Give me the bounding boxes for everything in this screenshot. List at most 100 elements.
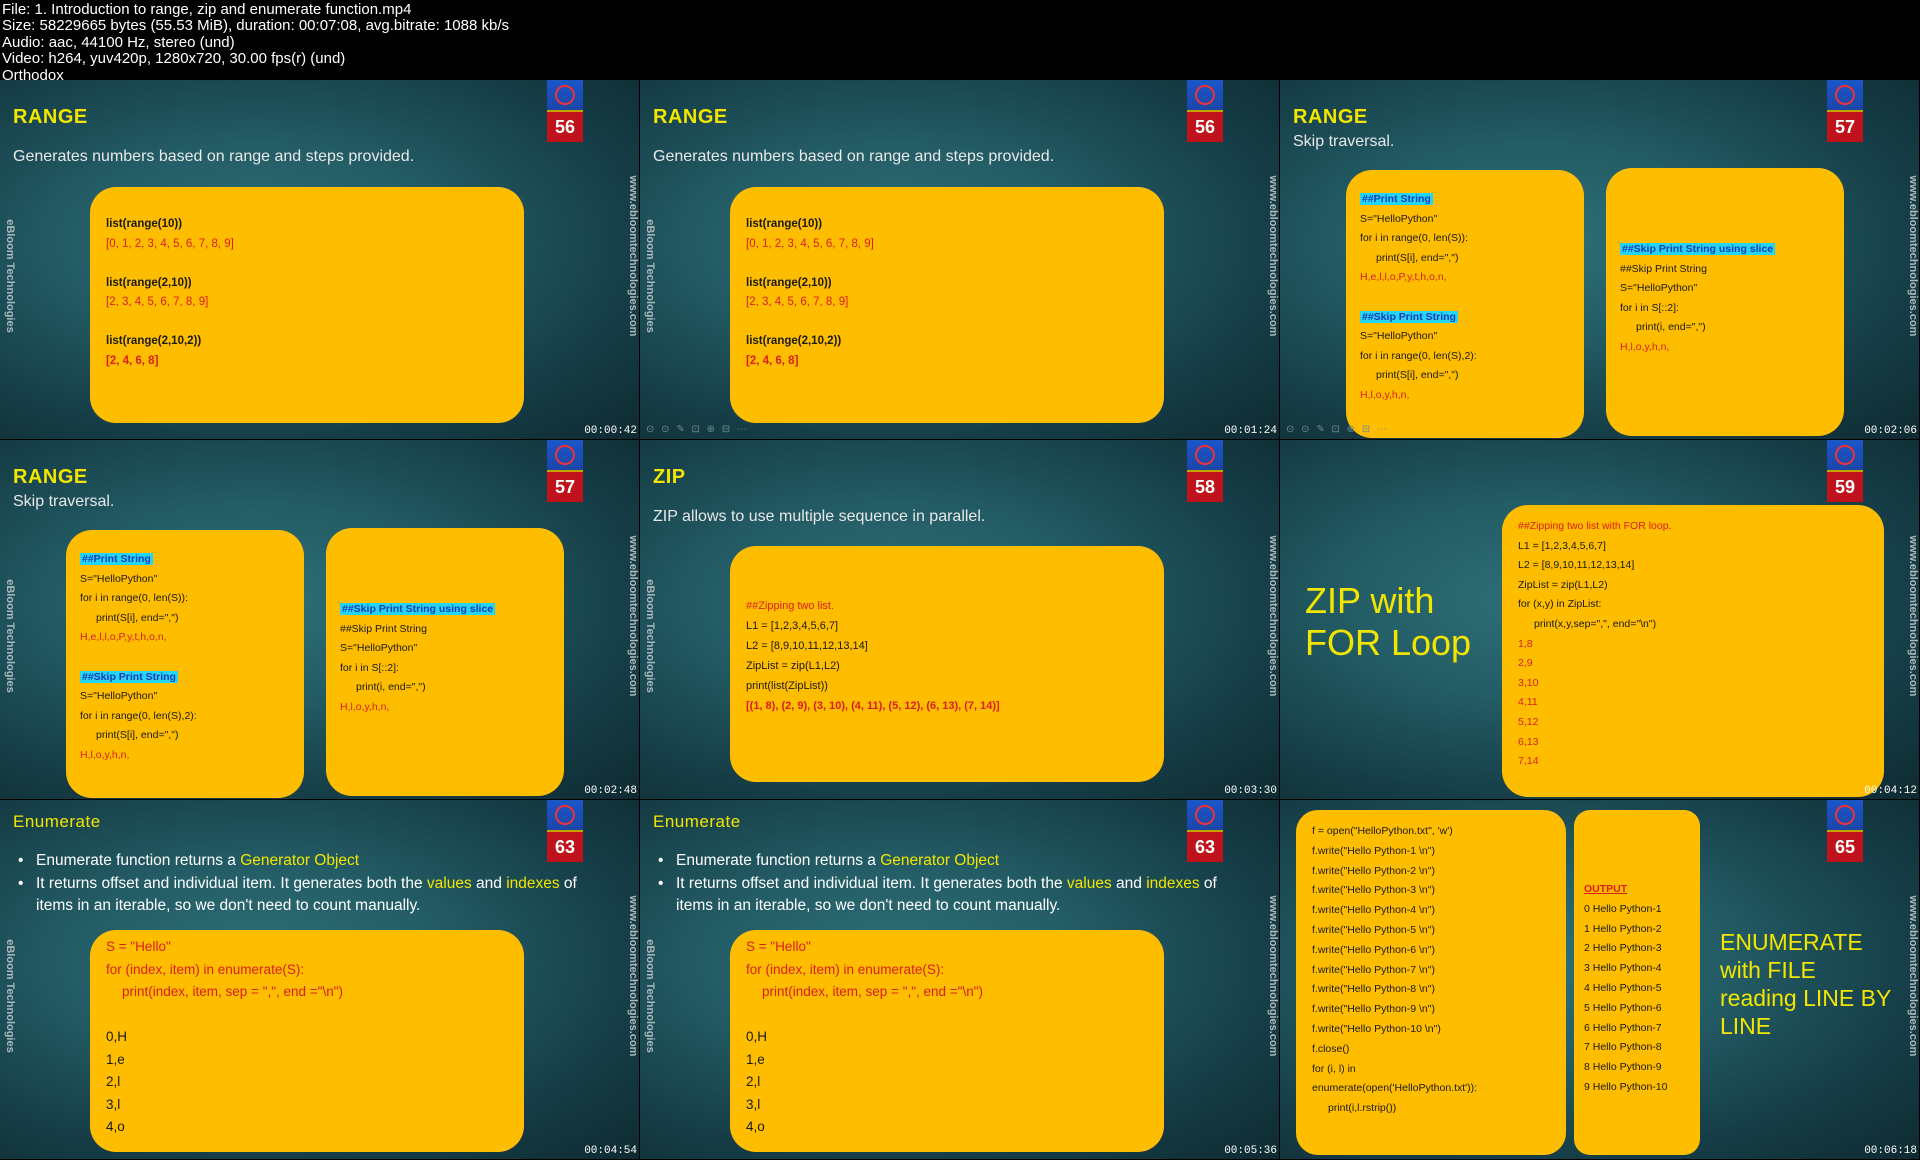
slide-number: 56	[1187, 112, 1223, 142]
code-line: print(S[i], end=",")	[96, 729, 179, 742]
code-output: 3,10	[1518, 676, 1539, 689]
code-line: print(x,y,sep=",", end="\n")	[1534, 617, 1657, 630]
code-line: f.write("Hello Python-3 \n")	[1312, 884, 1435, 897]
code-box-left: ##Print String S="HelloPython" for i in …	[1346, 170, 1584, 438]
code-line: L2 = [8,9,10,11,12,13,14]	[746, 640, 868, 652]
emblem-icon	[1195, 805, 1215, 825]
slide-subtitle: Generates numbers based on range and ste…	[653, 148, 1055, 165]
emblem-icon	[555, 85, 575, 105]
timestamp: 00:06:18	[1864, 1145, 1917, 1157]
output-box: OUTPUT 0 Hello Python-1 1 Hello Python-2…	[1574, 810, 1700, 1155]
thumbnail-5[interactable]: ZIP 58 ZIP allows to use multiple sequen…	[640, 440, 1279, 799]
thumbnail-4[interactable]: RANGE 57 Skip traversal. eBloom Technolo…	[0, 440, 639, 799]
bullet-item: It returns offset and individual item. I…	[14, 873, 614, 918]
code-line: enumerate(open('HelloPython.txt')):	[1312, 1082, 1478, 1095]
slide-subtitle: Generates numbers based on range and ste…	[13, 148, 415, 165]
code-line: for i in S[::2]:	[340, 661, 399, 674]
code-line: S="HelloPython"	[340, 642, 418, 655]
slide-logo: 58	[1187, 440, 1223, 502]
code-line: S = "Hello"	[106, 939, 171, 954]
code-line: f.write("Hello Python-10 \n")	[1312, 1022, 1441, 1035]
code-comment: ##Skip Print String	[1360, 310, 1458, 323]
code-line: print(i, end=",")	[1636, 321, 1706, 334]
code-line: for i in S[::2]:	[1620, 301, 1679, 314]
code-line: print(i, end=",")	[356, 681, 426, 694]
code-box: f = open("HelloPython.txt", 'w') f.write…	[1296, 810, 1566, 1155]
code-line: print(S[i], end=",")	[96, 611, 179, 624]
code-box: S = "Hello" for (index, item) in enumera…	[730, 930, 1164, 1152]
thumbnail-1[interactable]: RANGE 56 Generates numbers based on rang…	[0, 80, 639, 439]
side-brand-left: eBloom Technologies	[644, 219, 656, 333]
output-line: 2 Hello Python-3	[1584, 942, 1662, 955]
side-brand-right: www.ebloomtechnologies.com	[1267, 175, 1279, 337]
slide-title: RANGE	[13, 466, 88, 488]
code-line: for (x,y) in ZipList:	[1518, 598, 1602, 611]
code-output: 1,e	[746, 1051, 765, 1067]
slide-controls[interactable]: ⊙ ⊙ ✎ ⊡ ⊕ ⊟ ⋯	[646, 424, 749, 435]
emblem-icon	[555, 445, 575, 465]
timestamp: 00:05:36	[1224, 1145, 1277, 1157]
output-line: 0 Hello Python-1	[1584, 902, 1662, 915]
code-line: L1 = [1,2,3,4,5,6,7]	[746, 620, 839, 632]
slide-title: RANGE	[653, 106, 728, 128]
emblem-icon	[1195, 85, 1215, 105]
bullet-item: Enumerate function returns a Generator O…	[654, 850, 1254, 873]
code-output: [2, 3, 4, 5, 6, 7, 8, 9]	[746, 296, 849, 308]
code-output: 3,l	[106, 1096, 121, 1112]
code-line: S="HelloPython"	[1620, 282, 1698, 295]
side-brand-right: www.ebloomtechnologies.com	[1267, 535, 1279, 697]
audio-info: Audio: aac, 44100 Hz, stereo (und)	[2, 33, 235, 51]
file-info-header: File: 1. Introduction to range, zip and …	[0, 0, 1920, 84]
bullet-item: Enumerate function returns a Generator O…	[14, 850, 614, 873]
code-output: [2, 4, 6, 8]	[106, 354, 159, 367]
code-line: for (index, item) in enumerate(S):	[746, 961, 945, 977]
slide-controls[interactable]: ⊙ ⊙ ✎ ⊡ ⊕ ⊟ ⋯	[1286, 424, 1389, 435]
code-line: list(range(10))	[106, 218, 183, 230]
slide-title: RANGE	[1293, 106, 1368, 128]
code-line: for i in range(0, len(S),2):	[80, 709, 197, 722]
side-brand-left: eBloom Technologies	[4, 939, 16, 1053]
code-line: L1 = [1,2,3,4,5,6,7]	[1518, 539, 1606, 552]
side-brand-right: www.ebloomtechnologies.com	[627, 535, 639, 697]
thumbnail-3[interactable]: RANGE 57 Skip traversal. www.ebloomtechn…	[1280, 80, 1919, 439]
thumbnail-7[interactable]: Enumerate 63 Enumerate function returns …	[0, 800, 639, 1159]
code-line: print(index, item, sep = ",", end ="\n")	[122, 984, 344, 999]
side-brand-left: eBloom Technologies	[644, 939, 656, 1053]
thumbnail-6[interactable]: 59 ZIP with FOR Loop www.ebloomtechnolog…	[1280, 440, 1919, 799]
code-line: ZipList = zip(L1,L2)	[746, 660, 840, 672]
code-comment: ##Print String	[80, 553, 153, 565]
side-brand-left: eBloom Technologies	[4, 219, 16, 333]
side-brand-right: www.ebloomtechnologies.com	[1907, 535, 1919, 697]
code-line: list(range(2,10,2))	[746, 335, 842, 347]
timestamp: 00:02:48	[584, 785, 637, 797]
code-output: 2,l	[106, 1074, 121, 1089]
slide-number: 56	[547, 112, 583, 142]
thumbnail-8[interactable]: Enumerate 63 Enumerate function returns …	[640, 800, 1279, 1159]
slide-logo: 56	[547, 80, 583, 142]
video-info: Video: h264, yuv420p, 1280x720, 30.00 fp…	[2, 50, 346, 68]
output-line: 3 Hello Python-4	[1584, 962, 1662, 975]
code-output: 3,l	[746, 1096, 761, 1112]
thumbnail-2[interactable]: RANGE 56 Generates numbers based on rang…	[640, 80, 1279, 439]
side-brand-right: www.ebloomtechnologies.com	[1907, 895, 1919, 1057]
output-line: 6 Hello Python-7	[1584, 1021, 1662, 1034]
code-line: f.close()	[1312, 1042, 1350, 1055]
code-box: list(range(10)) [0, 1, 2, 3, 4, 5, 6, 7,…	[90, 187, 524, 423]
code-output: [(1, 8), (2, 9), (3, 10), (4, 11), (5, 1…	[746, 700, 1000, 712]
code-line: f.write("Hello Python-4 \n")	[1312, 904, 1435, 917]
code-comment: ##Zipping two list with FOR loop.	[1518, 520, 1672, 532]
code-comment: ##Skip Print String using slice	[340, 603, 496, 615]
thumbnail-9[interactable]: 65 www.ebloomtechnologies.com f = open("…	[1280, 800, 1919, 1159]
output-line: 9 Hello Python-10	[1584, 1080, 1668, 1093]
output-line: 1 Hello Python-2	[1584, 922, 1662, 935]
code-output: H,l,o,y,h,n,	[80, 748, 130, 761]
bullet-item: It returns offset and individual item. I…	[654, 873, 1254, 918]
code-box: ##Zipping two list with FOR loop. L1 = […	[1502, 505, 1884, 797]
code-line: list(range(2,10,2))	[106, 335, 202, 347]
code-output: 7,14	[1518, 755, 1539, 768]
code-output: 2,l	[746, 1074, 761, 1089]
slide-title: Enumerate	[653, 812, 741, 831]
slide-number: 57	[547, 472, 583, 502]
slide-logo: 57	[1827, 80, 1863, 142]
code-line: list(range(10))	[746, 218, 823, 230]
